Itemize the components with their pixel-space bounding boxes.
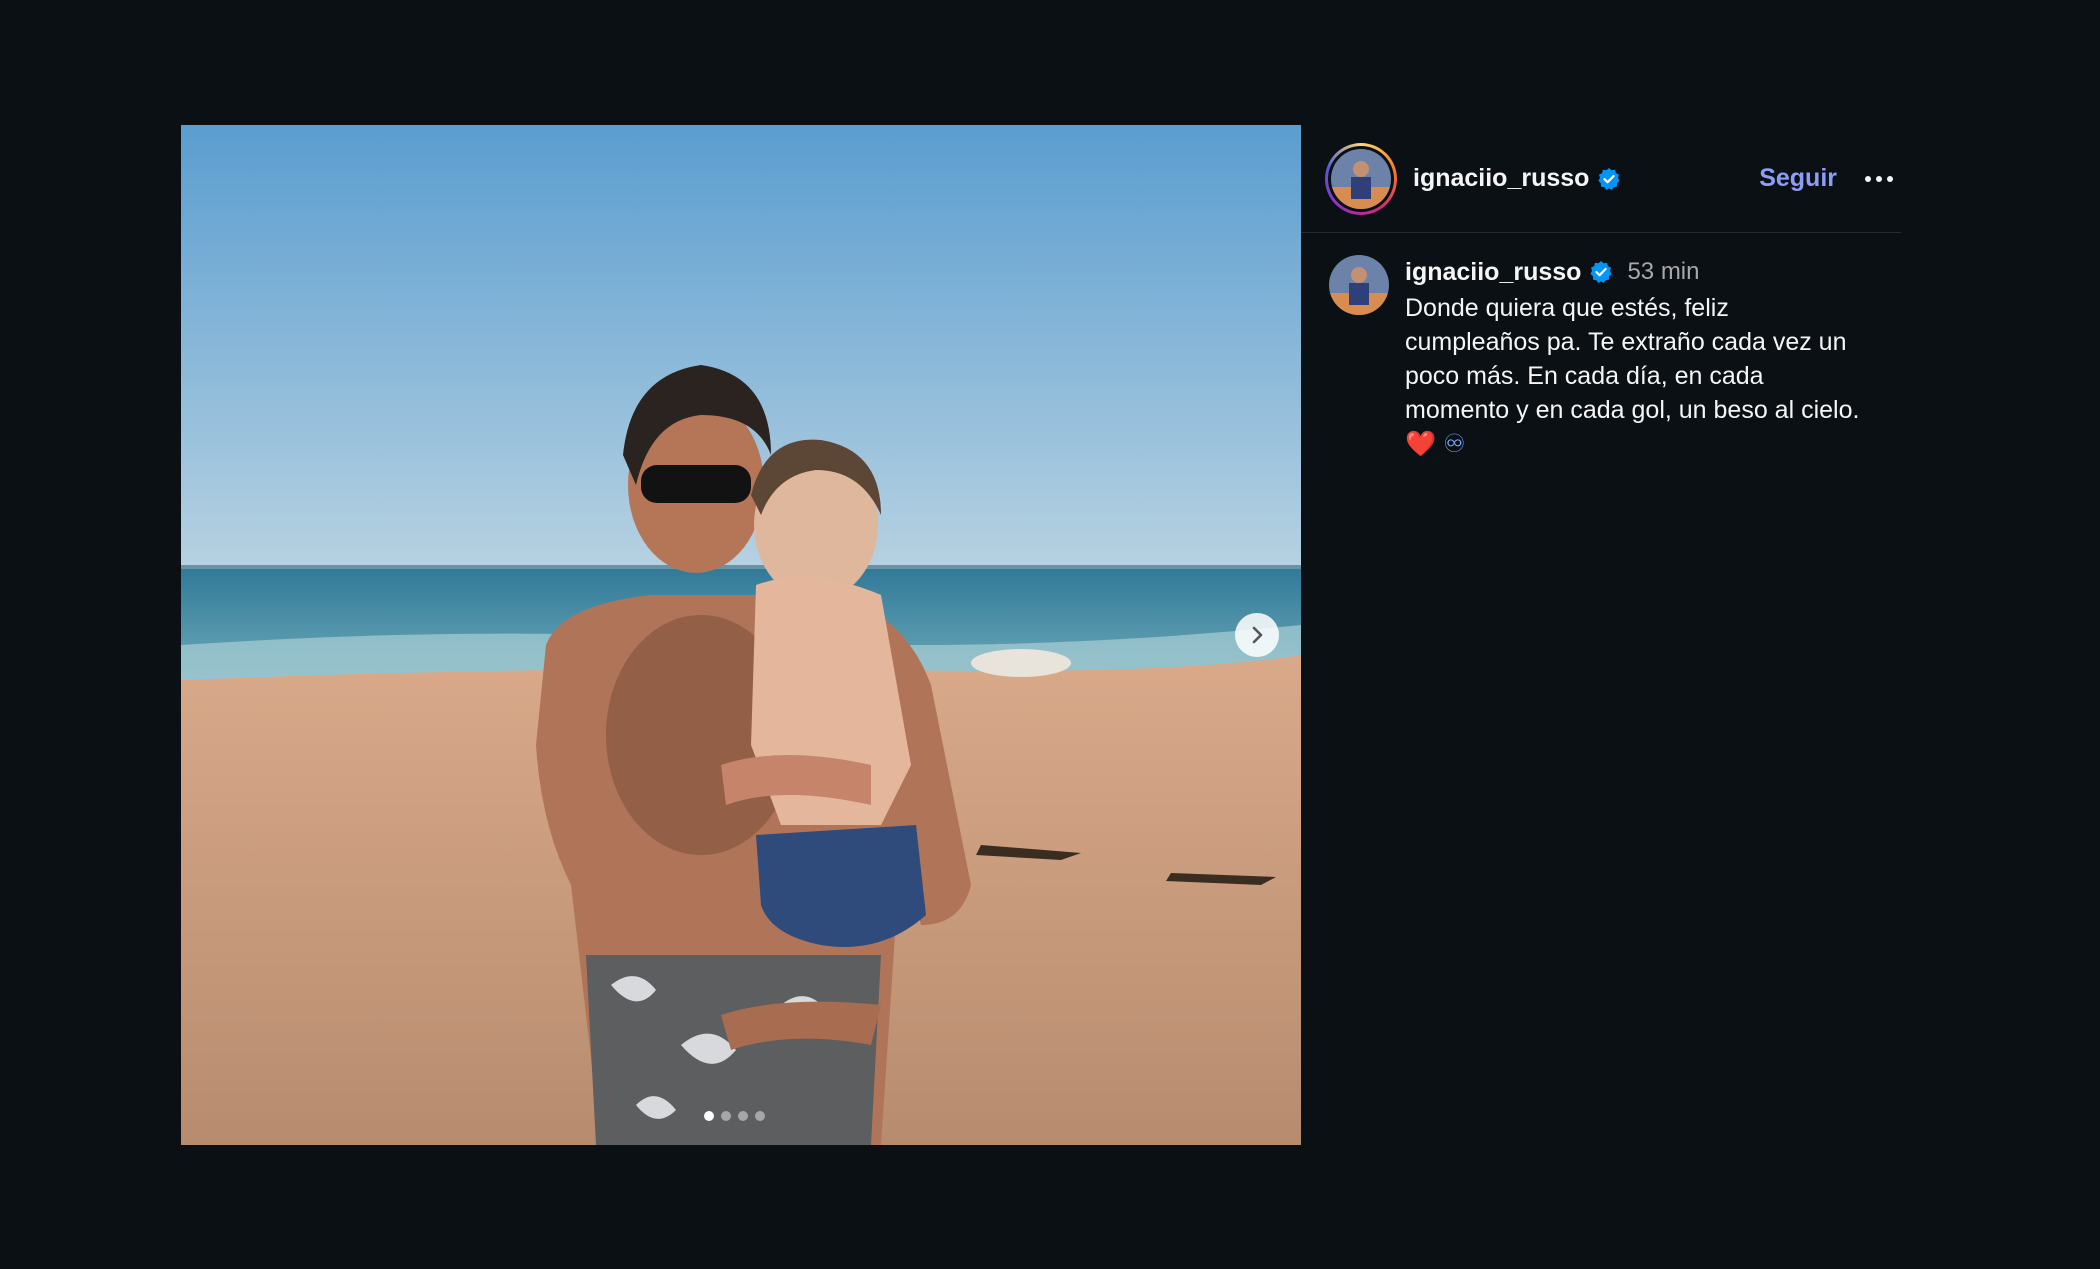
beach-photo [181,125,1301,1145]
header-username[interactable]: ignaciio_russo [1413,164,1589,193]
carousel-dot [721,1111,731,1121]
caption-message: Donde quiera que estés, feliz cumpleaños… [1405,294,1860,424]
caption: ignaciio_russo 53 min Donde quiera que e… [1301,233,1901,461]
more-options-icon[interactable] [1865,170,1893,188]
carousel-dot-active [704,1111,714,1121]
caption-username[interactable]: ignaciio_russo [1405,258,1581,287]
carousel-indicators [704,1111,765,1121]
follow-button[interactable]: Seguir [1759,164,1837,193]
infinity-emoji: ♾ [1443,430,1466,458]
story-ring[interactable] [1325,142,1397,215]
caption-avatar[interactable] [1329,255,1389,315]
post-dialog: ignaciio_russo Seguir ignaciio_russo 53 … [181,125,1901,1145]
post-sidebar: ignaciio_russo Seguir ignaciio_russo 53 … [1301,125,1901,1145]
post-header: ignaciio_russo Seguir [1301,125,1901,233]
carousel-dot [755,1111,765,1121]
heart-emoji: ❤️ [1405,430,1437,458]
verified-badge-icon [1589,260,1613,284]
avatar [1331,148,1391,209]
carousel-dot [738,1111,748,1121]
next-slide-button[interactable] [1235,613,1279,657]
post-timestamp[interactable]: 53 min [1627,258,1699,286]
verified-badge-icon [1597,167,1621,191]
post-media[interactable] [181,125,1301,1145]
caption-text: Donde quiera que estés, feliz cumpleaños… [1405,291,1865,461]
chevron-right-icon [1252,626,1263,644]
